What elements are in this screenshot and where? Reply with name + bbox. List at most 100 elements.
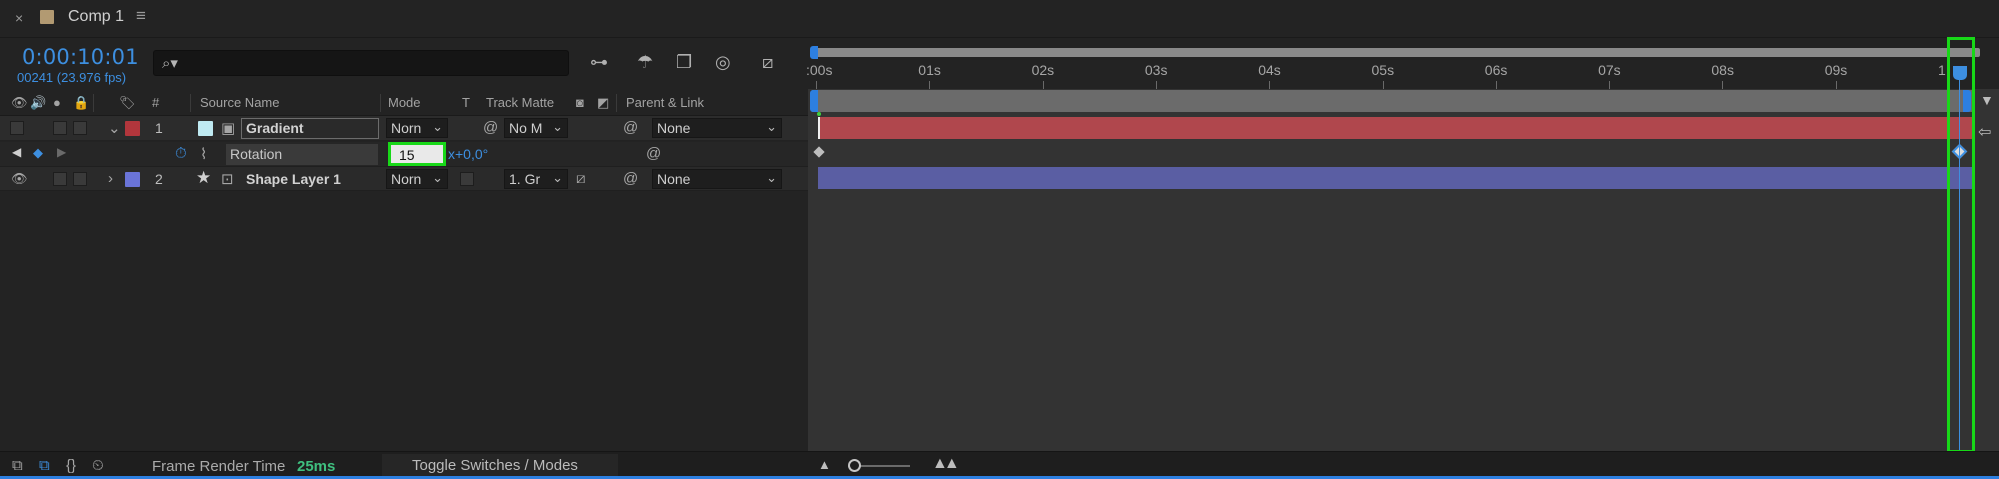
- toggle-switches-modes-button[interactable]: Toggle Switches / Modes: [382, 454, 618, 478]
- prev-keyframe-icon[interactable]: ◀: [12, 145, 21, 159]
- tick-mark: [1835, 81, 1837, 89]
- column-divider: [380, 94, 381, 112]
- mode-dropdown[interactable]: Norn ⌄: [386, 169, 448, 189]
- time-ruler[interactable]: [808, 38, 1999, 89]
- frame-blending-icon[interactable]: ◎: [715, 52, 731, 72]
- chevron-down-icon: ⌄: [766, 119, 777, 134]
- graph-editor-icon[interactable]: ⧄: [762, 52, 773, 72]
- solid-layer-icon: ▣: [221, 120, 236, 137]
- layer-label-color[interactable]: [125, 121, 140, 136]
- matte-alpha-icon[interactable]: ⧄: [576, 170, 586, 187]
- zoom-out-icon[interactable]: ▲: [818, 457, 831, 472]
- layer-label-color[interactable]: [125, 172, 140, 187]
- pick-whip-icon[interactable]: @: [623, 119, 638, 136]
- lock-toggle[interactable]: [73, 121, 87, 135]
- close-tab-icon[interactable]: ×: [15, 10, 23, 26]
- tick-label: 09s: [1824, 62, 1848, 78]
- solo-toggle[interactable]: [53, 121, 67, 135]
- mode-dropdown[interactable]: Norn ⌄: [386, 118, 448, 138]
- preserve-transparency-toggle[interactable]: [460, 172, 474, 186]
- luma-matte-icon[interactable]: ◩: [597, 95, 609, 111]
- tick-mark: [1155, 81, 1157, 89]
- pick-whip-icon[interactable]: @: [623, 170, 638, 187]
- lock-switch-icon[interactable]: 🔒: [73, 95, 89, 111]
- track-matte-dropdown[interactable]: 1. Gr ⌄: [504, 169, 568, 189]
- in-out-icon[interactable]: {}: [66, 457, 76, 474]
- layer-name[interactable]: Shape Layer 1: [246, 171, 341, 187]
- shy-layers-icon[interactable]: ❐: [676, 52, 692, 72]
- column-divider: [93, 94, 94, 112]
- panel-menu-icon[interactable]: ≡: [136, 6, 146, 26]
- keyframe-start[interactable]: [813, 146, 825, 158]
- eye-icon[interactable]: 👁: [11, 171, 28, 187]
- tick-mark: [1042, 81, 1044, 89]
- frame-count: 00241 (23.976 fps): [17, 70, 127, 85]
- comp-marker-icon[interactable]: ▼: [1980, 92, 1994, 108]
- in-point-indicator: [817, 112, 821, 116]
- next-keyframe-icon[interactable]: ▶: [57, 145, 66, 159]
- comp-tab-title[interactable]: Comp 1: [68, 8, 124, 26]
- add-keyframe-icon[interactable]: ◆: [33, 145, 43, 161]
- solo-toggle[interactable]: [53, 172, 67, 186]
- layer-switches-icon[interactable]: ⧉: [12, 457, 23, 474]
- twirl-down-icon[interactable]: ⌄: [108, 119, 121, 137]
- layer-1-duration-bar[interactable]: [818, 117, 1975, 139]
- layer-type-icon: [198, 121, 213, 136]
- col-hash: #: [152, 95, 160, 110]
- mode-value: Norn: [391, 120, 422, 136]
- tick-mark: [1609, 81, 1611, 89]
- lock-toggle[interactable]: [73, 172, 87, 186]
- col-mode: Mode: [388, 95, 421, 110]
- comp-marker-bin-icon[interactable]: ⇦: [1978, 122, 1991, 142]
- layer-panel-footer: ⧉ ⧉ {} ⏲ Frame Render Time 25ms Toggle S…: [0, 451, 808, 479]
- current-timecode[interactable]: 0:00:10:01: [22, 45, 139, 69]
- property-row-rotation[interactable]: ◀ ◆ ▶ ⏱ ⌇ Rotation 15 x+0,0° @: [0, 142, 808, 167]
- layer-row-2[interactable]: 👁 › 2 ★ ⊡ Shape Layer 1 Norn ⌄ 1. Gr ⌄ ⧄ @…: [0, 166, 808, 191]
- preserve-transparency-icon[interactable]: @: [483, 119, 498, 136]
- track-matte-dropdown[interactable]: No M ⌄: [504, 118, 568, 138]
- label-tag-icon[interactable]: 🏷: [119, 95, 136, 111]
- audio-switch-icon[interactable]: 🔊: [30, 95, 46, 111]
- chevron-down-icon: ⌄: [432, 119, 443, 134]
- composition-mini-flowchart-icon[interactable]: ⊶: [590, 52, 608, 72]
- layer-search-input[interactable]: ⌕▾: [153, 50, 569, 76]
- parent-value: None: [657, 120, 691, 136]
- video-toggle[interactable]: [10, 121, 24, 135]
- zoom-slider-knob[interactable]: [848, 459, 861, 472]
- tick-label: 07s: [1598, 62, 1621, 78]
- twirl-right-icon[interactable]: ›: [108, 170, 113, 187]
- timeline-panel[interactable]: :00s 01s 02s 03s 04s 05s 06s 07s 08s 09s 1 ▼ ⇦ ▲ ▲…: [806, 37, 1999, 479]
- layer-name[interactable]: Gradient: [241, 118, 379, 139]
- work-area-start-handle[interactable]: [810, 46, 818, 59]
- work-area-bar[interactable]: [812, 48, 1980, 57]
- parent-dropdown[interactable]: None ⌄: [652, 118, 782, 138]
- search-icon: ⌕▾: [162, 55, 178, 72]
- tick-label: 02s: [1031, 62, 1055, 78]
- frame-render-label: Frame Render Time: [152, 458, 286, 475]
- navigator-start-handle[interactable]: [810, 90, 818, 112]
- col-t: T: [462, 95, 470, 110]
- layer-row-1[interactable]: ⌄ 1 ▣ Gradient Norn ⌄ @ No M ⌄ @ None ⌄: [0, 116, 808, 141]
- tick-label: 04s: [1258, 62, 1281, 78]
- parent-dropdown[interactable]: None ⌄: [652, 169, 782, 189]
- video-switch-icon[interactable]: 👁: [11, 95, 28, 111]
- rotation-value-input[interactable]: 15: [388, 142, 446, 166]
- column-header: 👁 🔊 ● 🔒 🏷 # Source Name Mode T Track Mat…: [0, 90, 808, 116]
- property-name: Rotation: [226, 144, 378, 165]
- zoom-in-icon[interactable]: ▲▲: [932, 455, 960, 473]
- alpha-matte-icon[interactable]: ◙: [576, 95, 584, 110]
- chevron-down-icon: ⌄: [432, 170, 443, 185]
- layer-2-duration-bar[interactable]: [818, 167, 1975, 189]
- render-time-icon[interactable]: ⏲: [92, 457, 104, 474]
- transfer-controls-icon[interactable]: ⧉: [39, 457, 50, 474]
- rotation-degrees[interactable]: x+0,0°: [448, 146, 488, 162]
- draft-3d-icon[interactable]: ☂: [637, 52, 653, 72]
- time-navigator-bar[interactable]: [812, 90, 1972, 112]
- solo-switch-icon[interactable]: ●: [53, 95, 61, 110]
- highlight-box: [1947, 37, 1975, 453]
- col-source-name[interactable]: Source Name: [200, 95, 279, 110]
- graph-icon[interactable]: ⌇: [200, 145, 207, 163]
- stopwatch-icon[interactable]: ⏱: [175, 145, 187, 162]
- expression-pick-whip-icon[interactable]: @: [646, 145, 661, 162]
- chevron-down-icon: ⌄: [552, 119, 563, 134]
